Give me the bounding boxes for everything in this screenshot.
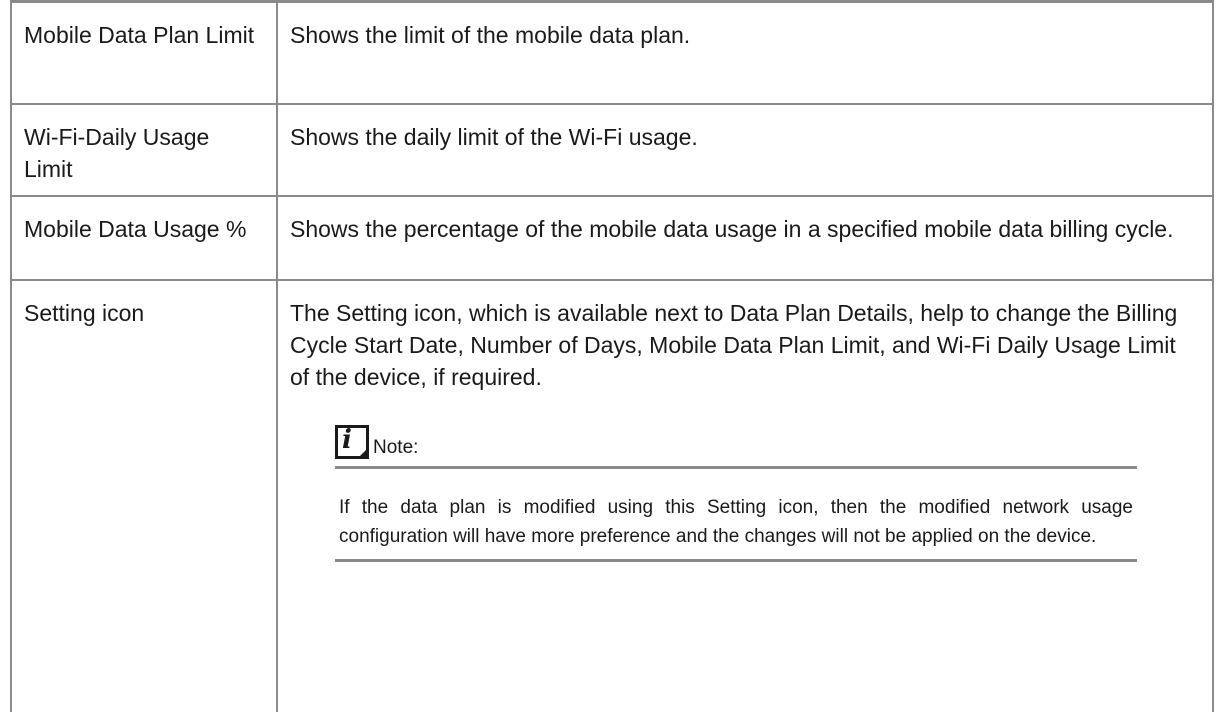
note-label: Note: [373, 436, 419, 458]
document-page: Mobile Data Plan Limit Shows the limit o… [0, 0, 1224, 712]
note-header: i Note: [335, 419, 1137, 459]
table-row: Setting icon The Setting icon, which is … [10, 278, 1214, 712]
info-note-icon: i [335, 424, 369, 459]
description-cell: Shows the limit of the mobile data plan. [276, 0, 1214, 105]
description-cell: The Setting icon, which is available nex… [276, 278, 1214, 712]
table-row: Mobile Data Usage % Shows the percentage… [10, 194, 1214, 281]
table-row: Wi-Fi-Daily Usage Limit Shows the daily … [10, 102, 1214, 197]
description-cell: Shows the daily limit of the Wi-Fi usage… [276, 102, 1214, 197]
term-cell: Setting icon [10, 278, 278, 712]
term-cell: Wi-Fi-Daily Usage Limit [10, 102, 278, 197]
note-box: i Note: If the data plan is modified usi… [335, 419, 1137, 562]
note-divider-bottom [335, 558, 1137, 562]
description-text: The Setting icon, which is available nex… [290, 299, 1178, 390]
description-cell: Shows the percentage of the mobile data … [276, 194, 1214, 281]
term-cell: Mobile Data Usage % [10, 194, 278, 281]
definitions-table: Mobile Data Plan Limit Shows the limit o… [10, 0, 1214, 712]
term-cell: Mobile Data Plan Limit [10, 0, 278, 105]
note-text: If the data plan is modified using this … [339, 496, 1133, 547]
table-row: Mobile Data Plan Limit Shows the limit o… [10, 0, 1214, 105]
